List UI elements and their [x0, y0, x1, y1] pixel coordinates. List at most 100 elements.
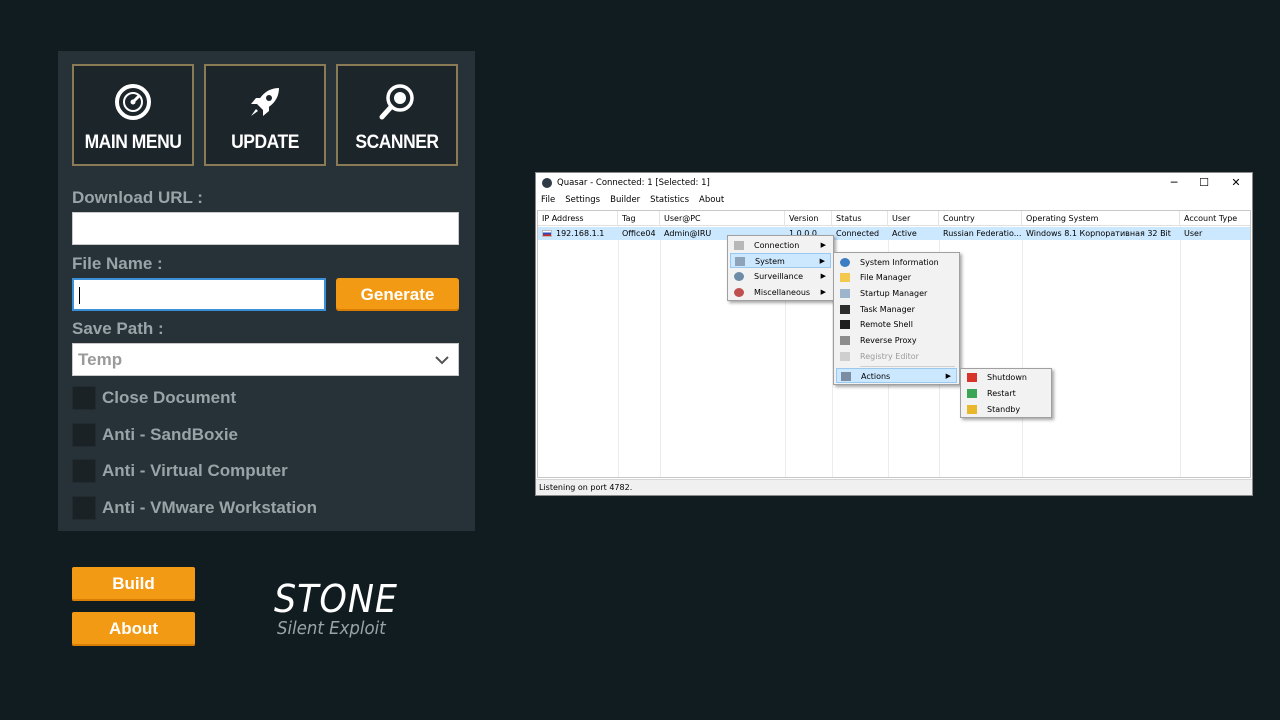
- option-anti-vmware[interactable]: Anti - VMware Workstation: [72, 496, 317, 520]
- menu-settings[interactable]: Settings: [560, 195, 605, 208]
- info-icon: [840, 258, 850, 267]
- update-button[interactable]: UPDATE: [204, 64, 326, 166]
- main-menu-label: MAIN MENU: [84, 132, 182, 153]
- option-anti-virtual-computer[interactable]: Anti - Virtual Computer: [72, 459, 288, 483]
- menu-file[interactable]: File: [536, 195, 560, 208]
- file-name-label: File Name :: [72, 254, 163, 273]
- menu-item-restart[interactable]: Restart: [963, 386, 1049, 401]
- cell-status: Connected: [836, 229, 880, 238]
- menu-item-system[interactable]: System ▶: [730, 253, 831, 268]
- column-header[interactable]: Operating System: [1022, 211, 1180, 226]
- minimize-button[interactable]: ─: [1167, 176, 1181, 190]
- checkbox[interactable]: [72, 496, 96, 520]
- dial-icon: [115, 84, 151, 120]
- menu-item-surveillance[interactable]: Surveillance ▶: [730, 269, 831, 284]
- download-url-input[interactable]: [72, 212, 459, 245]
- generate-button[interactable]: Generate: [336, 278, 459, 311]
- cell-country: Russian Federatio...: [943, 229, 1022, 238]
- system-icon: [735, 257, 745, 266]
- menu-item-system-information[interactable]: System Information: [836, 255, 957, 270]
- checkbox[interactable]: [72, 459, 96, 483]
- option-label: Anti - Virtual Computer: [102, 461, 288, 480]
- main-menu-button[interactable]: MAIN MENU: [72, 64, 194, 166]
- column-header[interactable]: Version: [785, 211, 832, 226]
- menu-item-shutdown[interactable]: Shutdown: [963, 370, 1049, 385]
- quasar-window: Quasar - Connected: 1 [Selected: 1] ─ ☐ …: [535, 172, 1253, 496]
- column-header[interactable]: Account Type: [1180, 211, 1250, 226]
- menu-item-actions[interactable]: Actions ▶: [836, 368, 957, 383]
- file-name-input[interactable]: [72, 278, 326, 311]
- cell-os: Windows 8.1 Корпоративная 32 Bit: [1026, 229, 1171, 238]
- builder-panel: MAIN MENU UPDATE SCANNER Download URL : …: [58, 51, 475, 531]
- menu-item-connection[interactable]: Connection ▶: [730, 238, 831, 253]
- cell-ip: 192.168.1.1: [538, 227, 618, 240]
- submenu-arrow-icon: ▶: [820, 272, 826, 280]
- actions-submenu: Shutdown Restart Standby: [960, 368, 1052, 418]
- cell-tag: Office04: [622, 229, 656, 238]
- power-icon: [967, 373, 977, 382]
- build-button[interactable]: Build: [72, 567, 195, 601]
- scanner-button[interactable]: SCANNER: [336, 64, 458, 166]
- column-header[interactable]: IP Address: [538, 211, 618, 226]
- terminal-icon: [840, 320, 850, 329]
- misc-icon: [734, 288, 744, 297]
- client-context-menu: Connection ▶ System ▶ Surveillance ▶ Miscel…: [727, 235, 834, 301]
- proxy-icon: [840, 336, 850, 345]
- system-submenu: System Information File Manager Startup …: [833, 252, 960, 385]
- column-header[interactable]: User@PC: [660, 211, 785, 226]
- close-button[interactable]: ✕: [1229, 176, 1243, 190]
- menu-item-miscellaneous[interactable]: Miscellaneous ▶: [730, 285, 831, 300]
- logo-subtitle: Silent Exploit: [277, 618, 386, 639]
- menu-about[interactable]: About: [694, 195, 729, 208]
- eye-icon: [734, 272, 744, 281]
- submenu-arrow-icon: ▶: [945, 372, 951, 380]
- menu-item-remote-shell[interactable]: Remote Shell: [836, 317, 957, 332]
- actions-icon: [841, 372, 851, 381]
- magnifier-icon: [379, 84, 414, 120]
- startup-icon: [840, 289, 850, 298]
- scanner-label: SCANNER: [355, 132, 439, 153]
- menu-builder[interactable]: Builder: [605, 195, 645, 208]
- submenu-arrow-icon: ▶: [819, 257, 825, 265]
- cell-account-type: User: [1184, 229, 1203, 238]
- menu-separator: [860, 366, 955, 367]
- save-path-value: Temp: [78, 350, 123, 369]
- menu-item-registry-editor: Registry Editor: [836, 349, 957, 364]
- maximize-button[interactable]: ☐: [1197, 176, 1211, 190]
- status-text: Listening on port 4782.: [539, 483, 633, 492]
- status-bar: Listening on port 4782.: [536, 479, 1252, 495]
- option-close-document[interactable]: Close Document: [72, 386, 236, 410]
- standby-icon: [967, 405, 977, 414]
- window-title: Quasar - Connected: 1 [Selected: 1]: [557, 178, 710, 188]
- menu-item-file-manager[interactable]: File Manager: [836, 270, 957, 285]
- checkbox[interactable]: [72, 386, 96, 410]
- column-header[interactable]: Country: [939, 211, 1022, 226]
- column-header[interactable]: Tag: [618, 211, 660, 226]
- download-url-label: Download URL :: [72, 188, 203, 207]
- title-bar[interactable]: Quasar - Connected: 1 [Selected: 1] ─ ☐ …: [536, 173, 1252, 193]
- menu-item-standby[interactable]: Standby: [963, 402, 1049, 417]
- russia-flag-icon: [542, 230, 552, 237]
- stone-logo: STONE Silent Exploit: [274, 580, 409, 640]
- checkbox[interactable]: [72, 423, 96, 447]
- save-path-label: Save Path :: [72, 319, 164, 338]
- connection-icon: [734, 241, 744, 250]
- option-anti-sandboxie[interactable]: Anti - SandBoxie: [72, 423, 238, 447]
- cell-user-status: Active: [892, 229, 917, 238]
- menu-statistics[interactable]: Statistics: [645, 195, 694, 208]
- submenu-arrow-icon: ▶: [820, 288, 826, 296]
- option-label: Anti - VMware Workstation: [102, 498, 318, 517]
- submenu-arrow-icon: ▶: [820, 241, 826, 249]
- restart-icon: [967, 389, 977, 398]
- rocket-icon: [251, 88, 279, 116]
- menu-item-task-manager[interactable]: Task Manager: [836, 302, 957, 317]
- quasar-app-icon: [542, 178, 552, 188]
- column-header[interactable]: User Status: [888, 211, 939, 238]
- column-header[interactable]: Status: [832, 211, 888, 226]
- menu-item-reverse-proxy[interactable]: Reverse Proxy: [836, 333, 957, 348]
- about-button[interactable]: About: [72, 612, 195, 646]
- chevron-down-icon: [435, 356, 449, 365]
- registry-icon: [840, 352, 850, 361]
- menu-item-startup-manager[interactable]: Startup Manager: [836, 286, 957, 301]
- save-path-select[interactable]: Temp: [72, 343, 459, 376]
